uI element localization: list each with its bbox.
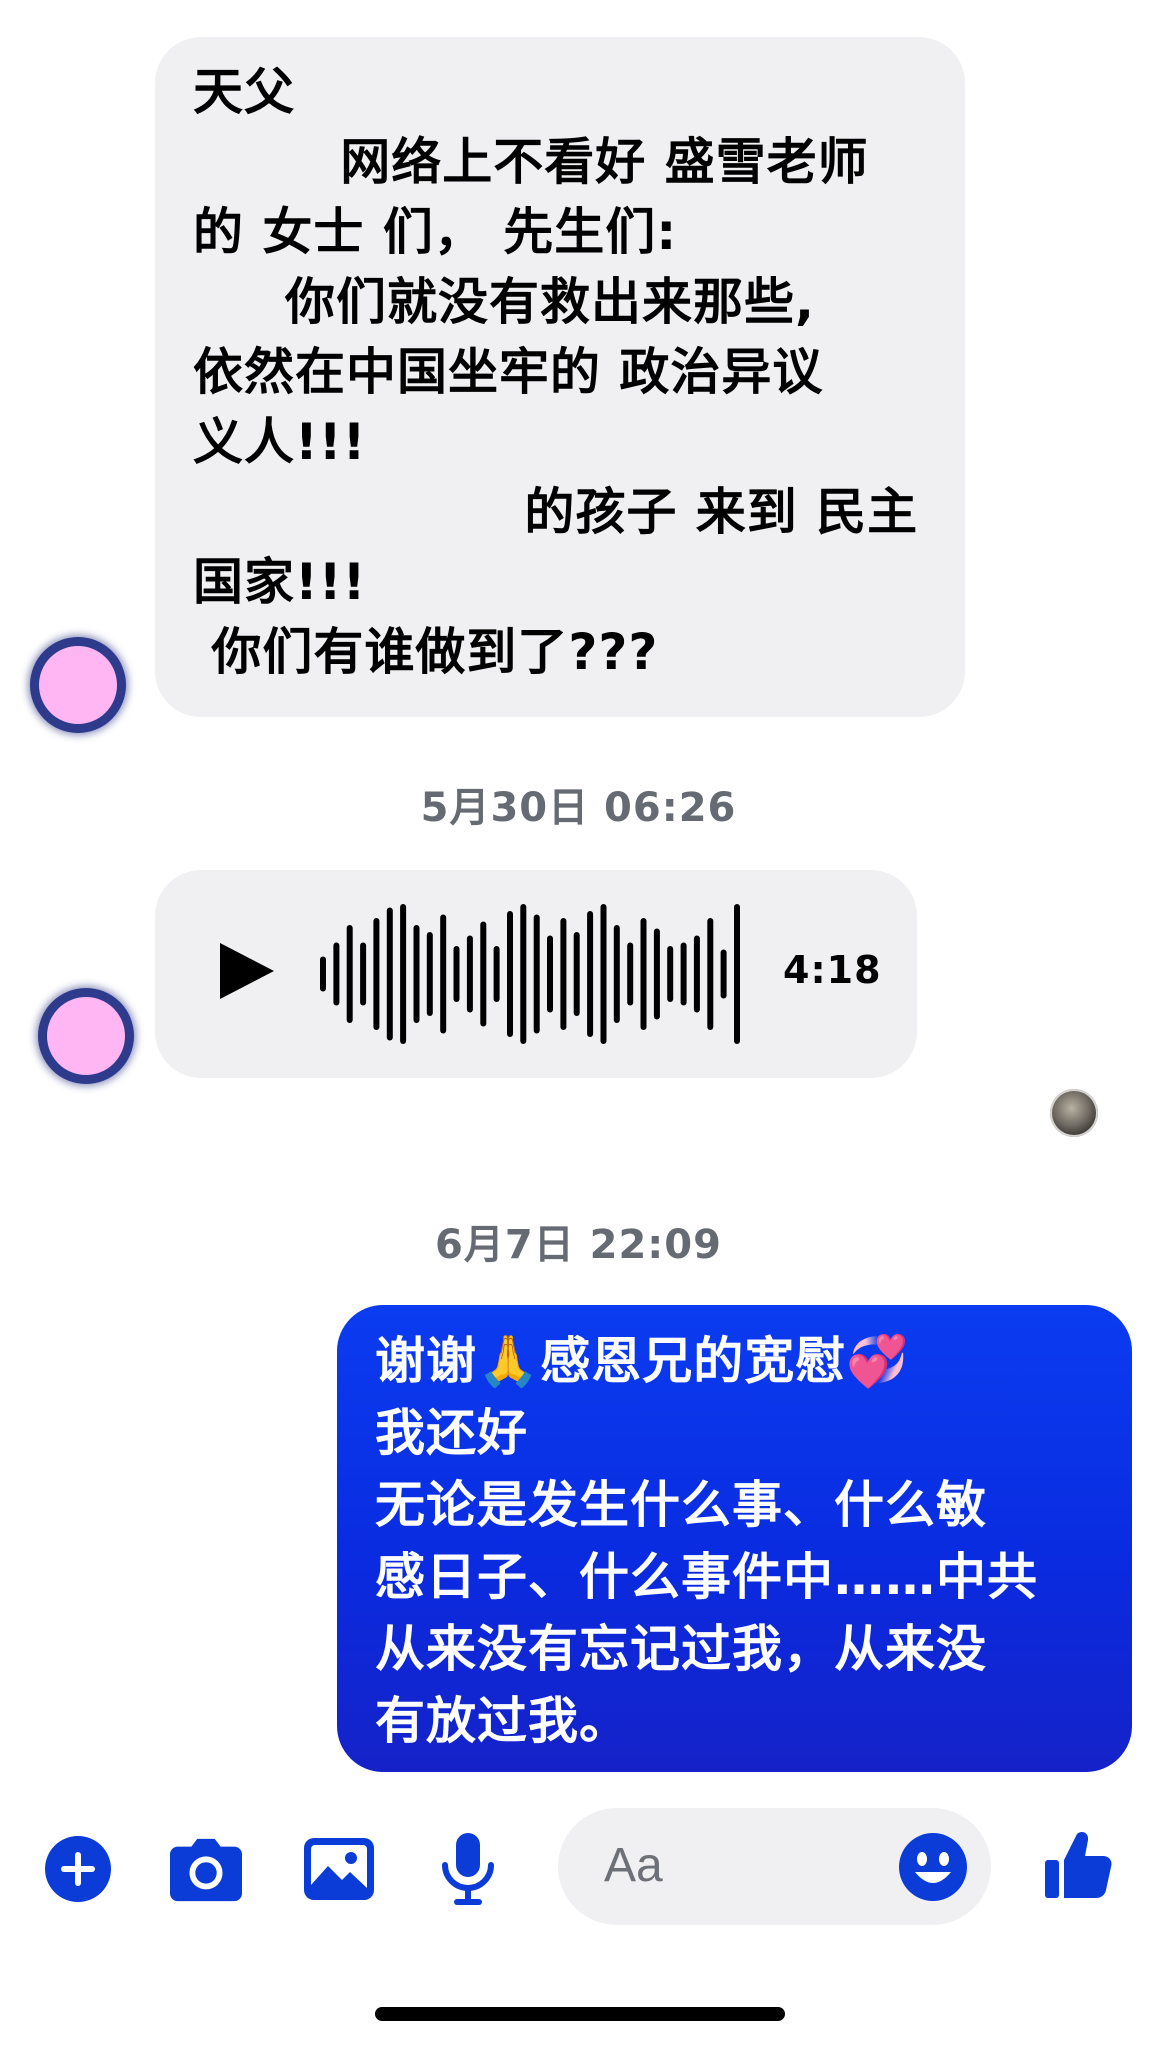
image-icon[interactable] xyxy=(303,1833,375,1905)
waveform-bar xyxy=(693,935,700,1013)
contact-avatar[interactable] xyxy=(38,988,134,1084)
voice-duration: 4:18 xyxy=(783,948,882,992)
waveform-bar xyxy=(440,914,447,1034)
read-receipt-avatar xyxy=(1050,1089,1098,1137)
waveform-bar xyxy=(627,942,634,1006)
waveform-bar xyxy=(680,942,687,1006)
play-icon[interactable] xyxy=(220,943,274,999)
waveform-bar xyxy=(560,918,567,1030)
message-text: 谢谢🙏感恩兄的宽慰💞 我还好 无论是发生什么事、什么敏 感日子、什么事件中……中… xyxy=(375,1332,1038,1750)
waveform-graphic xyxy=(320,904,740,1044)
waveform-bar xyxy=(547,935,553,1013)
waveform-bar xyxy=(413,925,420,1023)
message-text: 天父 网络上不看好 盛雪老师 的 女士 们， 先生们: 你们就没有救出来那些, … xyxy=(193,63,919,681)
waveform-bar xyxy=(373,918,380,1030)
message-timestamp: 6月7日 22:09 xyxy=(435,1222,722,1268)
waveform-bar xyxy=(707,918,714,1030)
waveform-bar xyxy=(613,925,620,1023)
waveform-bar xyxy=(734,904,740,1044)
incoming-message-bubble[interactable]: 天父 网络上不看好 盛雪老师 的 女士 们， 先生们: 你们就没有救出来那些, … xyxy=(155,37,965,717)
waveform-bar xyxy=(360,942,367,1006)
waveform-bar xyxy=(480,921,487,1027)
microphone-icon[interactable] xyxy=(432,1833,504,1905)
waveform-bar xyxy=(346,925,353,1023)
waveform-bar xyxy=(520,904,527,1044)
waveform-bar xyxy=(466,935,473,1013)
waveform-bar xyxy=(720,949,727,999)
waveform-bar xyxy=(640,918,647,1030)
waveform-bar xyxy=(400,904,407,1044)
waveform-bar xyxy=(653,928,660,1020)
waveform-bar xyxy=(386,907,393,1041)
message-input-placeholder: Aa xyxy=(604,1839,663,1892)
emoji-icon[interactable] xyxy=(898,1832,968,1902)
waveform-bar xyxy=(587,911,594,1037)
home-indicator xyxy=(375,2007,785,2021)
waveform-bar xyxy=(507,911,513,1037)
waveform-bar xyxy=(533,914,540,1034)
waveform-bar xyxy=(453,946,460,1002)
thumbs-up-icon[interactable] xyxy=(1042,1829,1114,1901)
plus-icon[interactable] xyxy=(42,1833,114,1905)
waveform-bar xyxy=(333,942,340,1006)
waveform-bar xyxy=(600,904,607,1044)
outgoing-message-bubble[interactable]: 谢谢🙏感恩兄的宽慰💞 我还好 无论是发生什么事、什么敏 感日子、什么事件中……中… xyxy=(337,1305,1132,1772)
contact-avatar[interactable] xyxy=(30,637,126,733)
waveform-bar xyxy=(573,932,580,1016)
message-input[interactable]: Aa xyxy=(558,1808,991,1925)
waveform-bar xyxy=(667,946,674,1002)
voice-message-bubble[interactable]: 4:18 xyxy=(155,870,917,1078)
waveform-bar xyxy=(493,946,500,1002)
waveform-bar xyxy=(426,932,433,1016)
message-timestamp: 5月30日 06:26 xyxy=(420,785,737,831)
waveform-bar xyxy=(320,956,326,992)
camera-icon[interactable] xyxy=(170,1833,242,1905)
audio-waveform xyxy=(320,904,740,1044)
